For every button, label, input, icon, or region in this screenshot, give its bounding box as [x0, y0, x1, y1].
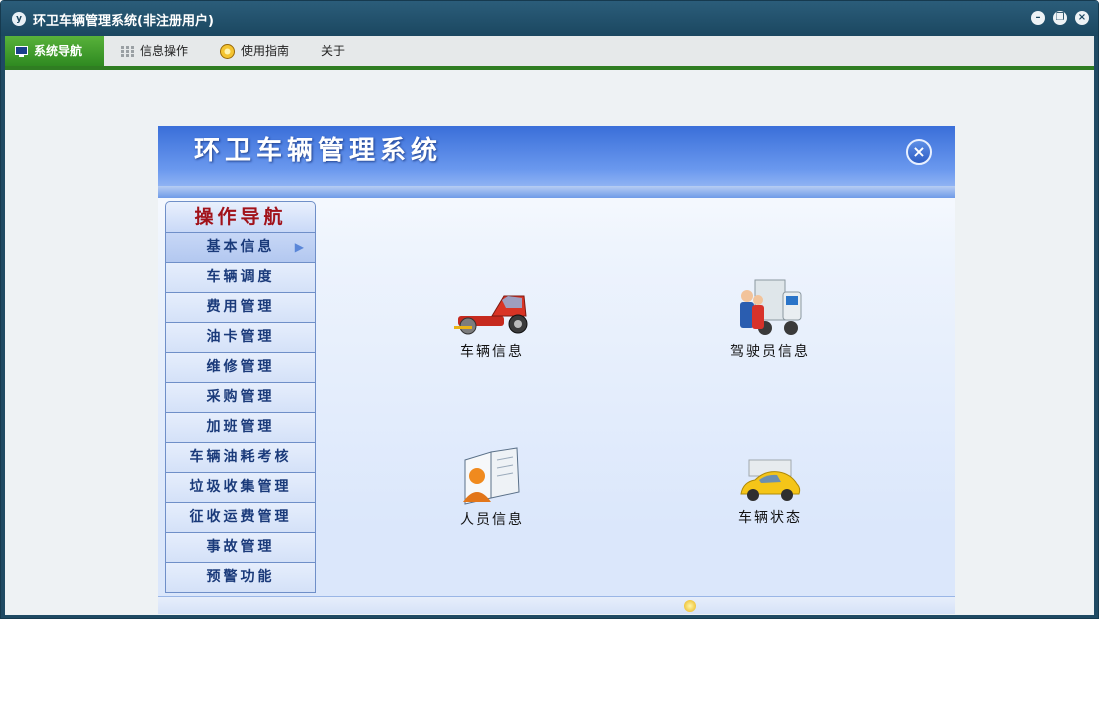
nav-item-expense[interactable]: 费用管理	[165, 293, 316, 323]
tile-driver-info[interactable]: 驾驶员信息	[685, 274, 855, 364]
menu-item-user-guide[interactable]: 使用指南	[210, 36, 299, 66]
menu-item-label: 系统导航	[34, 44, 83, 58]
tile-label: 驾驶员信息	[730, 344, 810, 360]
title-bar[interactable]: y 环卫车辆管理系统(非注册用户) – ❐ ×	[1, 1, 1098, 36]
nav-item-label: 征收运费管理	[189, 509, 292, 525]
minimize-icon[interactable]: –	[1031, 11, 1045, 25]
menu-item-label: 信息操作	[140, 44, 189, 58]
nav-item-freight-fee[interactable]: 征收运费管理	[165, 503, 316, 533]
nav-item-label: 车辆油耗考核	[189, 449, 292, 465]
tile-personnel-info[interactable]: 人员信息	[407, 446, 577, 536]
main-panel: 环卫车辆管理系统 × 操作导航 基本信息 ▶ 车辆调度 费用管理 油卡管理 维修…	[158, 126, 955, 614]
tile-label: 人员信息	[460, 512, 524, 528]
menu-item-about[interactable]: 关于	[311, 36, 355, 66]
nav-item-fuel-card[interactable]: 油卡管理	[165, 323, 316, 353]
operation-nav: 操作导航 基本信息 ▶ 车辆调度 费用管理 油卡管理 维修管理 采购管理 加班管…	[165, 201, 316, 593]
menu-item-info-ops[interactable]: 信息操作	[111, 36, 198, 66]
nav-item-label: 车辆调度	[206, 269, 275, 285]
close-icon[interactable]: ×	[1075, 11, 1089, 25]
nav-item-repair[interactable]: 维修管理	[165, 353, 316, 383]
panel-status-strip	[158, 596, 955, 614]
nav-item-vehicle-dispatch[interactable]: 车辆调度	[165, 263, 316, 293]
menu-item-label: 关于	[321, 44, 346, 58]
nav-item-label: 油卡管理	[206, 329, 275, 345]
monitor-icon	[15, 45, 28, 57]
banner-stripe	[158, 186, 955, 198]
nav-item-fuel-consumption[interactable]: 车辆油耗考核	[165, 443, 316, 473]
nav-item-basic-info[interactable]: 基本信息 ▶	[165, 233, 316, 263]
nav-item-label: 垃圾收集管理	[189, 479, 292, 495]
nav-item-label: 预警功能	[206, 569, 275, 585]
status-bulb-icon	[684, 600, 696, 612]
menu-bar: 系统导航 信息操作 使用指南 关于	[5, 36, 1094, 66]
panel-close-icon[interactable]: ×	[906, 139, 932, 165]
nav-item-label: 维修管理	[206, 359, 275, 375]
menu-item-label: 使用指南	[241, 44, 290, 58]
window-title: 环卫车辆管理系统(非注册用户)	[33, 14, 214, 29]
nav-item-warning[interactable]: 预警功能	[165, 563, 316, 593]
nav-item-label: 基本信息	[206, 239, 275, 255]
arrow-right-icon: ▶	[294, 240, 307, 254]
restore-icon[interactable]: ❐	[1053, 11, 1067, 25]
grid-icon	[121, 45, 134, 57]
drivers-truck-icon	[740, 279, 802, 335]
nav-item-label: 采购管理	[206, 389, 275, 405]
nav-item-overtime[interactable]: 加班管理	[165, 413, 316, 443]
tile-vehicle-status[interactable]: 车辆状态	[685, 456, 855, 546]
nav-item-accident[interactable]: 事故管理	[165, 533, 316, 563]
nav-header: 操作导航	[165, 201, 316, 233]
tile-vehicle-info[interactable]: 车辆信息	[407, 286, 577, 376]
personnel-book-icon	[463, 447, 520, 505]
app-logo-icon: y	[12, 12, 26, 26]
tile-label: 车辆信息	[460, 344, 524, 360]
menu-item-system-nav[interactable]: 系统导航	[5, 36, 104, 66]
banner: 环卫车辆管理系统 ×	[158, 126, 955, 198]
nav-item-label: 加班管理	[206, 419, 275, 435]
yellow-car-icon	[740, 459, 801, 501]
nav-item-garbage-collection[interactable]: 垃圾收集管理	[165, 473, 316, 503]
tile-label: 车辆状态	[738, 510, 802, 526]
banner-title: 环卫车辆管理系统	[194, 136, 443, 166]
nav-item-label: 事故管理	[206, 539, 275, 555]
nav-item-procurement[interactable]: 采购管理	[165, 383, 316, 413]
guide-icon	[220, 43, 235, 59]
nav-item-label: 费用管理	[206, 299, 275, 315]
street-sweeper-icon	[454, 295, 528, 335]
